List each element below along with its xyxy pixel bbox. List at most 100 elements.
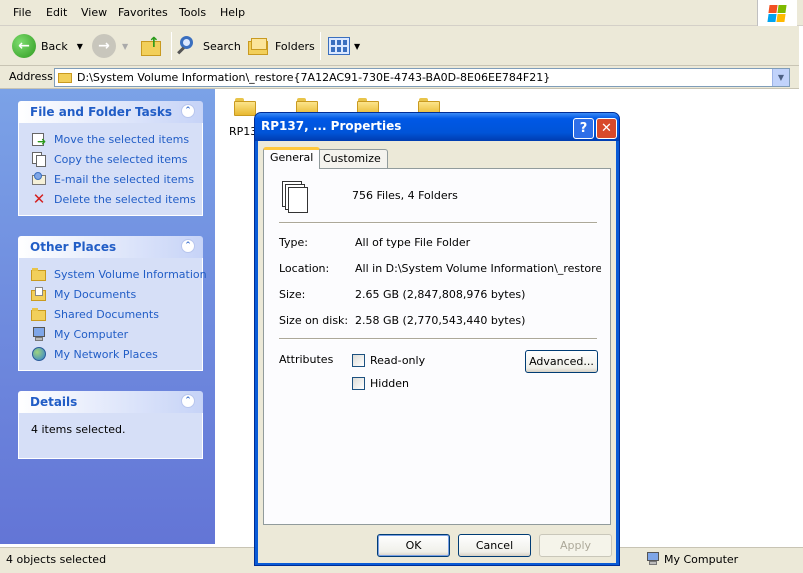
location-label: Location:: [279, 262, 330, 275]
properties-dialog: RP137, ... Properties ? ✕ General Custom…: [254, 112, 620, 566]
task-copy[interactable]: Copy the selected items: [19, 149, 202, 169]
tab-customize[interactable]: Customize: [316, 149, 388, 169]
up-folder-icon: ↑: [141, 35, 163, 57]
chevron-down-icon[interactable]: ▼: [354, 42, 360, 51]
size-on-disk-value: 2.58 GB (2,770,543,440 bytes): [355, 314, 526, 327]
place-system-volume-information[interactable]: System Volume Information: [19, 264, 207, 284]
dialog-body: General Customize 756 Files, 4 Folders T…: [258, 141, 616, 563]
toolbar-separator: [320, 32, 321, 60]
up-folder-button[interactable]: ↑: [141, 31, 163, 61]
my-documents-icon: [31, 286, 47, 302]
place-my-computer[interactable]: My Computer: [19, 324, 202, 344]
chevron-down-icon[interactable]: ▼: [122, 42, 128, 51]
cancel-button[interactable]: Cancel: [458, 534, 531, 557]
back-label: Back: [41, 39, 68, 53]
collapse-icon[interactable]: ⌃: [181, 394, 195, 408]
close-icon[interactable]: ✕: [596, 118, 617, 139]
menu-bar: File Edit View Favorites Tools Help: [0, 0, 803, 26]
back-arrow-icon: ←: [12, 34, 36, 58]
views-icon: [328, 37, 350, 55]
hidden-label[interactable]: Hidden: [370, 377, 409, 390]
panel-title: Details: [30, 395, 78, 409]
task-pane: File and Folder Tasks ⌃ ➜ Move the selec…: [0, 89, 215, 544]
folder-icon[interactable]: [234, 98, 256, 116]
search-icon: [176, 35, 198, 57]
window-edge: [799, 26, 803, 573]
address-dropdown-button[interactable]: ▼: [772, 69, 789, 86]
task-move[interactable]: ➜ Move the selected items: [19, 129, 202, 149]
shared-folder-icon: [31, 306, 47, 322]
file-folder-tasks-panel: File and Folder Tasks ⌃ ➜ Move the selec…: [18, 101, 203, 216]
status-selection-count: 4 objects selected: [6, 553, 107, 566]
menu-help[interactable]: Help: [220, 6, 245, 19]
other-places-panel: Other Places ⌃ System Volume Information…: [18, 236, 207, 371]
computer-icon: [646, 552, 660, 566]
folders-label: Folders: [275, 39, 315, 53]
chevron-down-icon[interactable]: ▼: [77, 42, 83, 51]
forward-arrow-icon: →: [92, 34, 116, 58]
advanced-button[interactable]: Advanced...: [525, 350, 598, 373]
divider: [279, 222, 597, 224]
folders-icon: [248, 35, 270, 57]
menu-favorites[interactable]: Favorites: [118, 6, 168, 19]
search-label: Search: [203, 39, 241, 53]
menu-view[interactable]: View: [81, 6, 107, 19]
file-count-summary: 756 Files, 4 Folders: [352, 189, 458, 202]
ok-button[interactable]: OK: [377, 534, 450, 557]
help-icon[interactable]: ?: [573, 118, 594, 139]
size-value: 2.65 GB (2,847,808,976 bytes): [355, 288, 526, 301]
toolbar: ← Back ▼ → ▼ ↑ Search Folders ▼: [0, 26, 803, 66]
address-input[interactable]: D:\System Volume Information\_restore{7A…: [54, 68, 790, 87]
email-icon: [31, 171, 47, 187]
readonly-label[interactable]: Read-only: [370, 354, 425, 367]
network-globe-icon: [31, 346, 47, 362]
address-label: Address: [9, 70, 53, 83]
readonly-checkbox[interactable]: [352, 354, 365, 367]
multiple-files-icon: [282, 181, 310, 213]
place-shared-documents[interactable]: Shared Documents: [19, 304, 202, 324]
type-label: Type:: [279, 236, 308, 249]
folders-button[interactable]: Folders: [248, 31, 315, 61]
status-location: My Computer: [664, 553, 739, 566]
forward-button[interactable]: → ▼: [92, 31, 128, 61]
dialog-title: RP137, ... Properties: [261, 119, 402, 133]
menu-edit[interactable]: Edit: [46, 6, 67, 19]
task-email[interactable]: E-mail the selected items: [19, 169, 202, 189]
address-value: D:\System Volume Information\_restore{7A…: [77, 71, 551, 84]
divider: [279, 338, 597, 340]
type-value: All of type File Folder: [355, 236, 471, 249]
menu-file[interactable]: File: [13, 6, 31, 19]
panel-header[interactable]: Other Places ⌃: [18, 236, 203, 258]
collapse-icon[interactable]: ⌃: [181, 104, 195, 118]
panel-header[interactable]: File and Folder Tasks ⌃: [18, 101, 203, 123]
panel-title: Other Places: [30, 240, 117, 254]
dialog-title-bar[interactable]: RP137, ... Properties ? ✕: [255, 113, 619, 141]
panel-title: File and Folder Tasks: [30, 105, 173, 119]
place-my-documents[interactable]: My Documents: [19, 284, 202, 304]
size-label: Size:: [279, 288, 306, 301]
panel-header[interactable]: Details ⌃: [18, 391, 203, 413]
collapse-icon[interactable]: ⌃: [181, 239, 195, 253]
apply-button[interactable]: Apply: [539, 534, 612, 557]
general-tab-page: 756 Files, 4 Folders Type: All of type F…: [263, 168, 611, 525]
toolbar-separator: [171, 32, 172, 60]
details-text: 4 items selected.: [31, 423, 126, 436]
menu-tools[interactable]: Tools: [179, 6, 206, 19]
hidden-checkbox[interactable]: [352, 377, 365, 390]
place-my-network-places[interactable]: My Network Places: [19, 344, 202, 364]
attributes-label: Attributes: [279, 353, 334, 366]
windows-logo-icon: [757, 0, 797, 26]
copy-icon: [31, 151, 47, 167]
address-bar: Address D:\System Volume Information\_re…: [0, 66, 803, 89]
move-icon: ➜: [31, 131, 47, 148]
tab-general[interactable]: General: [263, 147, 321, 169]
size-on-disk-label: Size on disk:: [279, 314, 349, 327]
search-button[interactable]: Search: [176, 31, 241, 61]
details-panel: Details ⌃ 4 items selected.: [18, 391, 203, 459]
folder-icon: [58, 71, 72, 83]
location-value: All in D:\System Volume Information\_res…: [355, 262, 601, 275]
task-delete[interactable]: ✕ Delete the selected items: [19, 189, 202, 209]
views-button[interactable]: ▼: [328, 31, 360, 61]
computer-icon: [31, 326, 47, 342]
back-button[interactable]: ← Back ▼: [12, 31, 83, 61]
